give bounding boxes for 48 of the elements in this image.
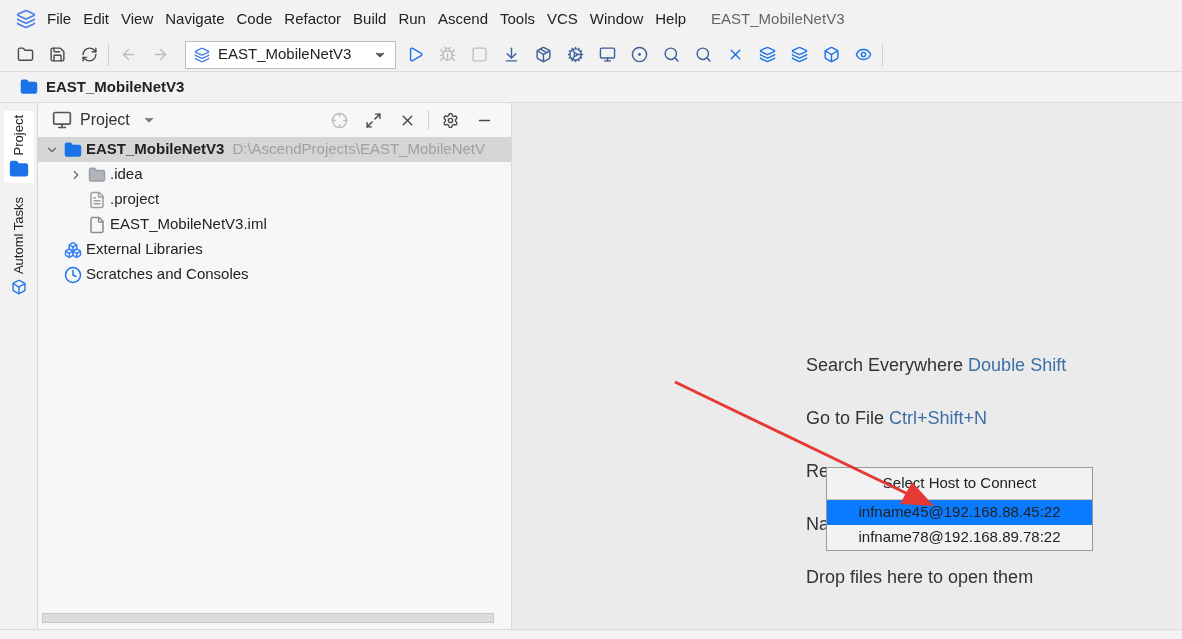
- editor-hint: Drop files here to open them: [806, 566, 1034, 589]
- project-folder-icon: [20, 78, 38, 96]
- menu-item[interactable]: Tools: [499, 7, 536, 31]
- menu-item[interactable]: View: [120, 7, 155, 31]
- menu-item[interactable]: File: [46, 7, 73, 31]
- breadcrumb[interactable]: EAST_MobileNetV3: [46, 75, 185, 99]
- menu-item[interactable]: Run: [397, 7, 427, 31]
- editor-hint: Go to File Ctrl+Shift+N: [806, 407, 988, 430]
- file-icon: [88, 190, 106, 209]
- clock-icon: [64, 265, 82, 284]
- side-tab[interactable]: Project: [3, 111, 34, 184]
- menu-item[interactable]: Edit: [82, 7, 111, 31]
- panel-icon: [52, 110, 72, 130]
- menu-item[interactable]: Window: [588, 7, 645, 31]
- tree-label: Scratches and Consoles: [86, 264, 249, 285]
- tree-item[interactable]: .idea: [38, 162, 511, 187]
- menu-item[interactable]: Help: [654, 7, 688, 31]
- menu-item[interactable]: Build: [352, 7, 388, 31]
- host-option[interactable]: infname78@192.168.89.78:22: [827, 525, 1092, 550]
- menu-item[interactable]: Ascend: [436, 7, 489, 31]
- app-logo-icon: [16, 9, 36, 29]
- tree-label: .idea: [110, 164, 143, 185]
- folder-icon: [8, 159, 29, 180]
- tree-item[interactable]: Scratches and Consoles: [38, 262, 511, 287]
- menu-item[interactable]: Refactor: [283, 7, 343, 31]
- tree-item[interactable]: EAST_MobileNetV3.iml: [38, 212, 511, 237]
- file-icon: [88, 215, 106, 234]
- tree-label: External Libraries: [86, 239, 203, 260]
- host-option[interactable]: infname45@192.168.88.45:22: [827, 500, 1092, 525]
- menu-item[interactable]: Navigate: [164, 7, 226, 31]
- scrollbar[interactable]: [42, 613, 494, 623]
- folder-icon: [64, 140, 82, 159]
- panel-title-dropdown[interactable]: Project: [80, 108, 156, 132]
- folder-icon: [88, 165, 106, 184]
- tree-label: EAST_MobileNetV3: [86, 139, 225, 160]
- menu-item[interactable]: VCS: [546, 7, 579, 31]
- side-tab[interactable]: Automl Tasks: [3, 193, 34, 299]
- window-title: EAST_MobileNetV3: [711, 8, 845, 29]
- config-icon: [194, 46, 210, 63]
- tree-item[interactable]: .project: [38, 187, 511, 212]
- editor-hint: Search Everywhere Double Shift: [806, 354, 1067, 377]
- tree-item[interactable]: External Libraries: [38, 237, 511, 262]
- libraries-icon: [64, 240, 82, 259]
- cube-icon: [10, 278, 27, 295]
- menu-item[interactable]: Code: [235, 7, 274, 31]
- run-config-dropdown[interactable]: EAST_MobileNetV3: [185, 40, 396, 69]
- tree-label: .project: [110, 189, 160, 210]
- tree-label: EAST_MobileNetV3.iml: [110, 214, 267, 235]
